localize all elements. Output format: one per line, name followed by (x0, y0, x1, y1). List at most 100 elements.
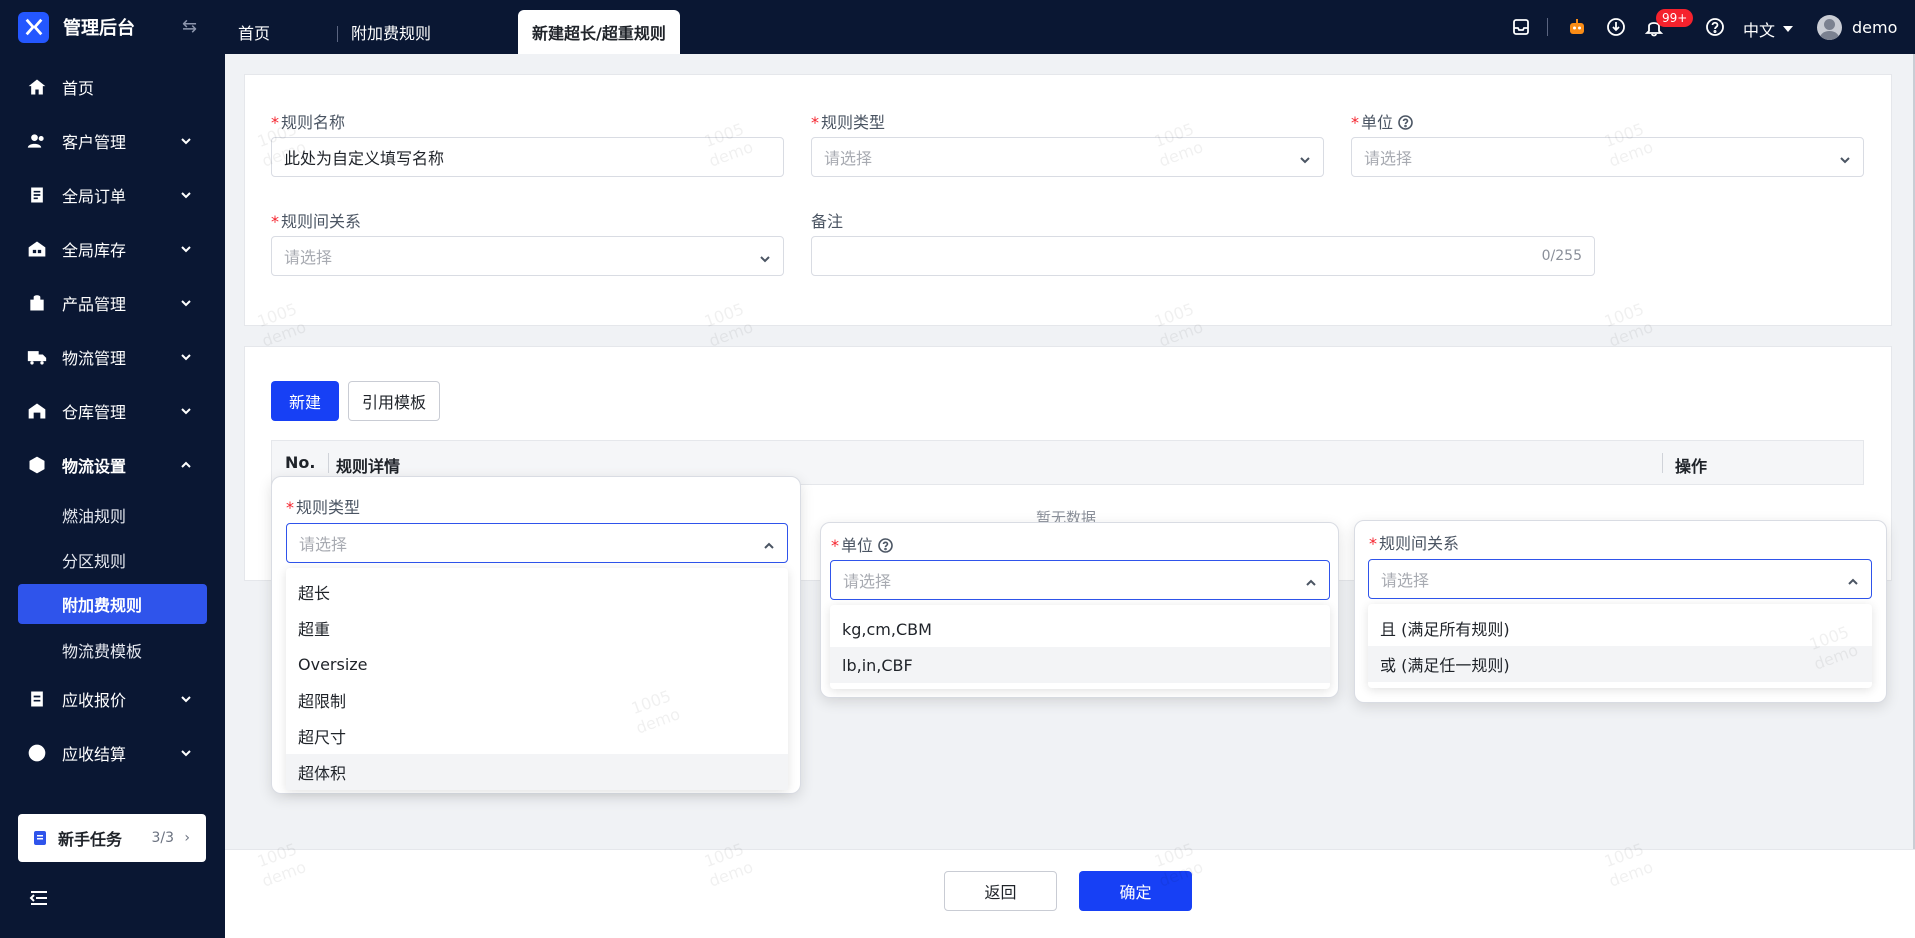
sidebar-item-label: 产品管理 (62, 295, 127, 314)
column-no: No. (285, 453, 316, 472)
sidebar-item-receivable-quote[interactable]: 应收报价 (0, 672, 225, 726)
option-imperial[interactable]: lb,in,CBF (830, 647, 1330, 683)
rule-type-select[interactable]: 请选择 (811, 137, 1324, 177)
help-icon[interactable] (1705, 17, 1725, 37)
chevron-down-icon (179, 403, 193, 417)
option-and[interactable]: 且 (满足所有规则) (1368, 610, 1872, 646)
sidebar-item-label: 全局库存 (62, 241, 127, 260)
unit-select[interactable]: 请选择 (1351, 137, 1864, 177)
chevron-down-icon (179, 691, 193, 705)
question-icon (1398, 115, 1413, 130)
tab-surcharge-rules[interactable]: 附加费规则 (351, 10, 431, 54)
chevron-down-icon (1299, 151, 1311, 164)
rule-relation-select[interactable]: 请选择 (271, 236, 784, 276)
sidebar-item-home[interactable]: 首页 (0, 60, 225, 114)
chevron-down-icon (179, 241, 193, 255)
sidebar-item-orders[interactable]: 全局订单 (0, 168, 225, 222)
truck-icon (26, 346, 48, 368)
user-name[interactable]: demo (1852, 18, 1897, 37)
sidebar-item-label: 应收报价 (62, 691, 127, 710)
sidebar-subitem-fuel-rules[interactable]: 燃油规则 (0, 492, 225, 537)
chevron-down-icon (179, 187, 193, 201)
option-over-volume[interactable]: 超体积 (286, 754, 788, 790)
task-count: 3/3 (151, 830, 174, 846)
sidebar-item-logistics[interactable]: 物流管理 (0, 330, 225, 384)
sidebar-item-logistics-settings[interactable]: 物流设置 (0, 438, 225, 492)
chevron-down-icon (179, 133, 193, 147)
sidebar-item-label: 仓库管理 (62, 403, 127, 422)
remark-label: 备注 (811, 212, 844, 231)
chevron-up-icon (179, 457, 193, 471)
back-button[interactable]: 返回 (944, 871, 1057, 911)
caret-down-icon (1783, 26, 1794, 32)
unit-dropdown: kg,cm,CBM lb,in,CBF (830, 605, 1330, 689)
sidebar-item-label: 物流管理 (62, 349, 127, 368)
chevron-up-icon (1305, 574, 1317, 586)
sidebar-subitem-logistics-fee-template[interactable]: 物流费模板 (0, 627, 225, 672)
sidebar-item-receivable-settlement[interactable]: 应收结算 (0, 726, 225, 780)
sidebar-item-products[interactable]: 产品管理 (0, 276, 225, 330)
footer-bar (225, 849, 1915, 938)
popover-unit-select[interactable]: 请选择 (830, 560, 1330, 600)
sidebar-item-label: 应收结算 (62, 745, 127, 764)
remark-input[interactable]: 0/255 (811, 236, 1595, 276)
rule-relation-dropdown: 且 (满足所有规则) 或 (满足任一规则) (1368, 604, 1872, 688)
sidebar-item-label: 物流设置 (62, 457, 127, 476)
home-icon (26, 76, 48, 98)
inbox-icon[interactable] (1511, 17, 1531, 37)
rule-relation-popover: * 规则间关系 请选择 且 (满足所有规则) 或 (满足任一规则) (1354, 520, 1887, 703)
customers-icon (26, 130, 48, 152)
new-button[interactable]: 新建 (271, 381, 339, 421)
column-actions: 操作 (1675, 457, 1708, 476)
chevron-up-icon (763, 537, 775, 549)
option-over-dimension[interactable]: 超尺寸 (286, 718, 788, 754)
product-icon (26, 292, 48, 314)
beginner-task-card[interactable]: 新手任务 3/3 › (18, 814, 206, 862)
collapse-menu-icon[interactable] (28, 887, 50, 909)
question-icon (878, 538, 893, 553)
sidebar-item-inventory[interactable]: 全局库存 (0, 222, 225, 276)
inventory-icon (26, 238, 48, 260)
popover-rule-relation-select[interactable]: 请选择 (1368, 559, 1872, 599)
rule-name-input[interactable]: 此处为自定义填写名称 (271, 137, 784, 177)
logo-icon (18, 11, 49, 43)
chevron-down-icon (179, 295, 193, 309)
tab-new-rule[interactable]: 新建超长/超重规则 (518, 10, 680, 54)
confirm-button[interactable]: 确定 (1079, 871, 1192, 911)
option-overweight[interactable]: 超重 (286, 610, 788, 646)
popover-rule-type-select[interactable]: 请选择 (286, 523, 788, 563)
language-label: 中文 (1743, 21, 1776, 40)
sidebar-item-customers[interactable]: 客户管理 (0, 114, 225, 168)
popover-rule-type-label: * 规则类型 (286, 498, 361, 517)
notification-badge: 99+ (1656, 9, 1694, 27)
download-icon[interactable] (1606, 17, 1626, 37)
sidebar-subitem-zone-rules[interactable]: 分区规则 (0, 537, 225, 582)
warehouse-icon (26, 400, 48, 422)
sidebar-item-label: 首页 (62, 79, 95, 98)
swap-icon[interactable]: ⇆ (182, 16, 197, 37)
chevron-down-icon (179, 349, 193, 363)
option-metric[interactable]: kg,cm,CBM (830, 611, 1330, 647)
sidebar-item-warehouse[interactable]: 仓库管理 (0, 384, 225, 438)
language-selector[interactable]: 中文 (1743, 17, 1794, 41)
robot-icon[interactable] (1567, 17, 1587, 37)
option-oversize[interactable]: Oversize (286, 646, 788, 682)
sidebar: 管理后台 ⇆ 首页 客户管理 全局订单 全局库存 产品管理 物流管理 仓库管理 … (0, 0, 225, 938)
column-rule-details: 规则详情 (336, 457, 401, 476)
avatar[interactable] (1817, 15, 1842, 40)
sidebar-subitem-surcharge-rules[interactable]: 附加费规则 (18, 584, 207, 624)
option-overlength[interactable]: 超长 (286, 574, 788, 610)
brand: 管理后台 ⇆ (0, 0, 225, 54)
rule-type-dropdown: 超长 超重 Oversize 超限制 超尺寸 超体积 (286, 568, 788, 790)
option-over-limit[interactable]: 超限制 (286, 682, 788, 718)
option-or[interactable]: 或 (满足任一规则) (1368, 646, 1872, 682)
divider (1547, 18, 1548, 36)
chevron-down-icon (1839, 151, 1851, 164)
task-label: 新手任务 (58, 830, 123, 849)
tab-home[interactable]: 首页 (238, 10, 270, 54)
use-template-button[interactable]: 引用模板 (348, 381, 440, 421)
orders-icon (26, 184, 48, 206)
quote-icon (26, 688, 48, 710)
chevron-down-icon (179, 745, 193, 759)
unit-popover: * 单位 请选择 kg,cm,CBM lb,in,CBF (820, 522, 1339, 698)
